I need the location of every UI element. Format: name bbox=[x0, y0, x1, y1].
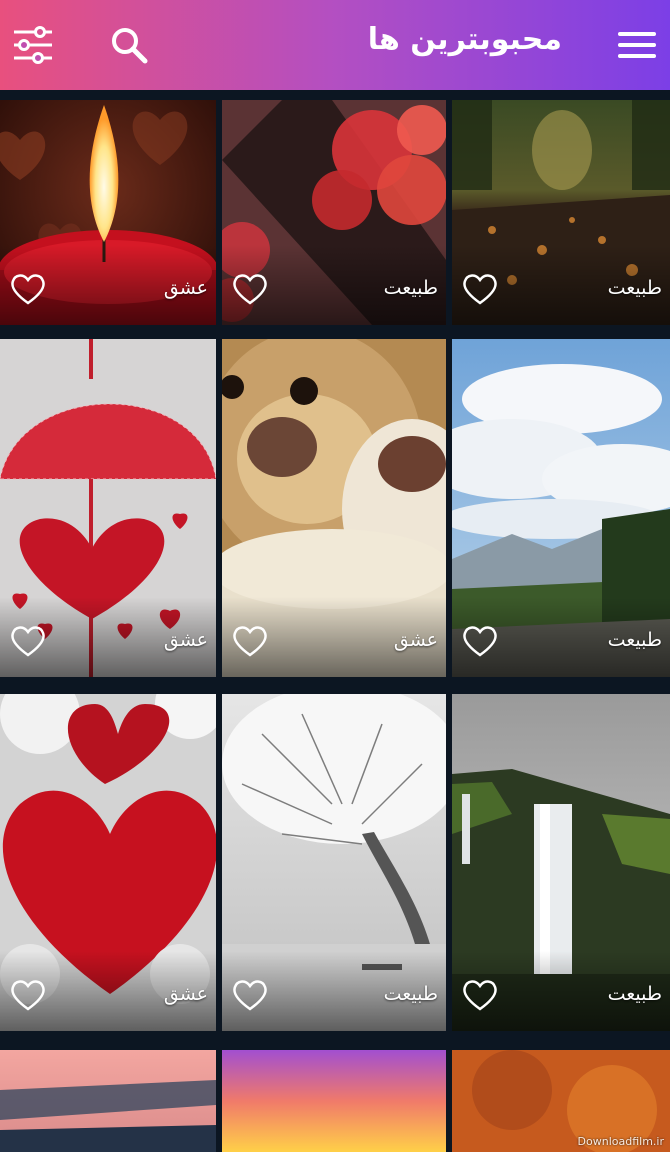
wallpaper-tile-paper-heart[interactable]: عشق bbox=[0, 694, 216, 1031]
sunset-sky-image bbox=[0, 1050, 216, 1152]
menu-icon[interactable] bbox=[614, 22, 660, 68]
app-bar: محبوبترین ها bbox=[0, 0, 670, 90]
wallpaper-tile-sunset-sky[interactable] bbox=[0, 1050, 216, 1152]
page-title: محبوبترین ها bbox=[367, 22, 562, 57]
filter-sliders-icon[interactable] bbox=[10, 22, 56, 68]
wallpaper-tile-winter-tree[interactable]: طبیعت bbox=[222, 694, 446, 1031]
heart-icon[interactable] bbox=[10, 625, 46, 657]
heart-icon[interactable] bbox=[10, 273, 46, 305]
tile-category-label: عشق bbox=[163, 277, 208, 299]
wallpaper-tile-teddy-bears[interactable]: عشق bbox=[222, 339, 446, 677]
search-icon[interactable] bbox=[106, 22, 152, 68]
wallpaper-tile-waterfall[interactable]: طبیعت bbox=[452, 694, 670, 1031]
tile-category-label: عشق bbox=[393, 629, 438, 651]
heart-icon[interactable] bbox=[462, 979, 498, 1011]
tile-category-label: عشق bbox=[163, 629, 208, 651]
wallpaper-tile-autumn-leaves[interactable]: طبیعت bbox=[222, 100, 446, 325]
wallpaper-tile-candle[interactable]: عشق bbox=[0, 100, 216, 325]
tile-category-label: طبیعت bbox=[383, 983, 438, 1005]
watermark-text: Downloadfilm.ir bbox=[577, 1135, 664, 1148]
tile-category-label: طبیعت bbox=[607, 983, 662, 1005]
wallpaper-tile-mountain-clouds[interactable]: طبیعت bbox=[452, 339, 670, 677]
gradient-sky-image bbox=[222, 1050, 446, 1152]
tile-category-label: طبیعت bbox=[607, 629, 662, 651]
heart-icon[interactable] bbox=[232, 273, 268, 305]
heart-icon[interactable] bbox=[232, 625, 268, 657]
wallpaper-tile-forest-path[interactable]: طبیعت bbox=[452, 100, 670, 325]
wallpaper-grid: عشق طبیعت طبیعت عشق عشق طبیعت عشق طبیعت … bbox=[0, 90, 670, 1152]
heart-icon[interactable] bbox=[462, 625, 498, 657]
tile-category-label: طبیعت bbox=[607, 277, 662, 299]
wallpaper-tile-gradient-sky[interactable] bbox=[222, 1050, 446, 1152]
wallpaper-tile-umbrella-hearts[interactable]: عشق bbox=[0, 339, 216, 677]
wallpaper-tile-orange-bokeh[interactable]: Downloadfilm.ir bbox=[452, 1050, 670, 1152]
tile-category-label: طبیعت bbox=[383, 277, 438, 299]
tile-category-label: عشق bbox=[163, 983, 208, 1005]
heart-icon[interactable] bbox=[10, 979, 46, 1011]
heart-icon[interactable] bbox=[232, 979, 268, 1011]
heart-icon[interactable] bbox=[462, 273, 498, 305]
